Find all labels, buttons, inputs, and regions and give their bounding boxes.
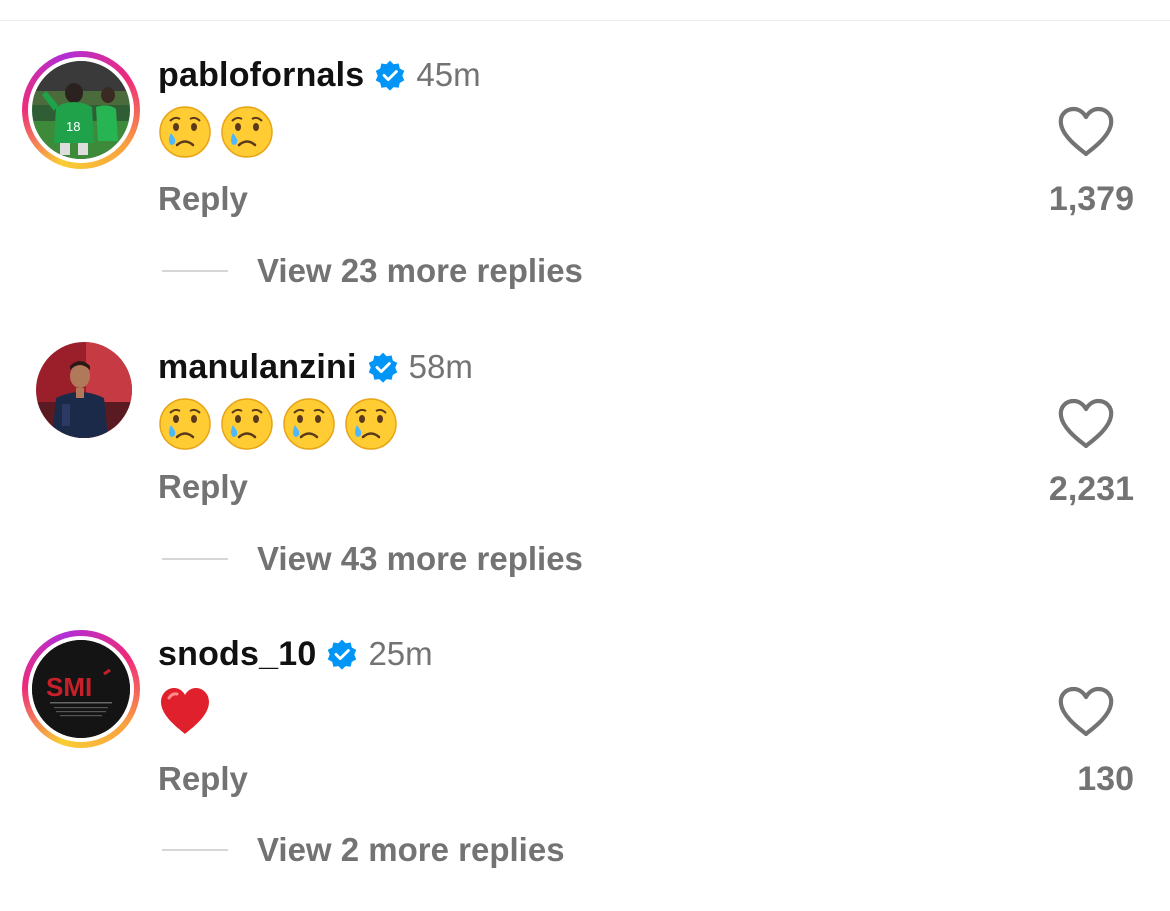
timestamp: 58m (408, 348, 473, 385)
timestamp: 25m (368, 635, 433, 672)
reply-button[interactable]: Reply (158, 180, 248, 218)
crying-face-icon (221, 398, 273, 450)
like-count: 1,379 (1048, 180, 1134, 218)
comment-item: SMI snods_10 25m Reply 130 View 2 more r… (0, 580, 1170, 870)
like-button[interactable] (1057, 398, 1115, 450)
reply-button[interactable]: Reply (158, 468, 248, 506)
avatar: 18 (32, 61, 130, 159)
view-more-replies-button[interactable]: View 2 more replies (257, 831, 565, 869)
like-button[interactable] (1057, 106, 1115, 158)
verified-badge-icon (368, 352, 397, 383)
avatar[interactable] (36, 342, 132, 438)
heart-outline-icon (1058, 106, 1114, 157)
crying-face-icon (159, 106, 211, 158)
username[interactable]: pablofornals (158, 56, 364, 95)
like-count: 2,231 (1048, 470, 1134, 508)
heart-outline-icon (1058, 398, 1114, 449)
like-button[interactable] (1057, 686, 1115, 738)
comment-item: 18 pablofornals 45m Reply 1,379 View 23 … (0, 0, 1170, 290)
crying-face-icon (221, 106, 273, 158)
comment-header: pablofornals 45m (158, 53, 481, 97)
smi-logo-text: SMI (46, 672, 92, 702)
comment-text (158, 684, 212, 740)
replies-divider (162, 558, 228, 560)
view-more-replies-button[interactable]: View 43 more replies (257, 540, 583, 578)
comment-text (158, 105, 274, 161)
avatar-story-ring[interactable]: SMI (22, 630, 140, 748)
username[interactable]: snods_10 (158, 635, 316, 674)
username[interactable]: manulanzini (158, 348, 357, 387)
view-more-replies-button[interactable]: View 23 more replies (257, 252, 583, 290)
svg-text:18: 18 (66, 119, 80, 134)
comment-item: manulanzini 58m Reply 2,231 View 43 more… (0, 290, 1170, 580)
like-count: 130 (1077, 760, 1134, 798)
reply-button[interactable]: Reply (158, 760, 248, 798)
avatar: SMI (32, 640, 130, 738)
verified-badge-icon (328, 639, 357, 670)
heart-outline-icon (1058, 686, 1114, 737)
comment-header: snods_10 25m (158, 632, 433, 676)
comment-header: manulanzini 58m (158, 345, 473, 389)
crying-face-icon (345, 398, 397, 450)
comment-text (158, 397, 398, 453)
timestamp: 45m (416, 56, 481, 93)
verified-badge-icon (376, 60, 405, 91)
crying-face-icon (159, 398, 211, 450)
crying-face-icon (283, 398, 335, 450)
replies-divider (162, 270, 228, 272)
red-heart-icon (161, 688, 209, 734)
avatar-story-ring[interactable]: 18 (22, 51, 140, 169)
replies-divider (162, 849, 228, 851)
